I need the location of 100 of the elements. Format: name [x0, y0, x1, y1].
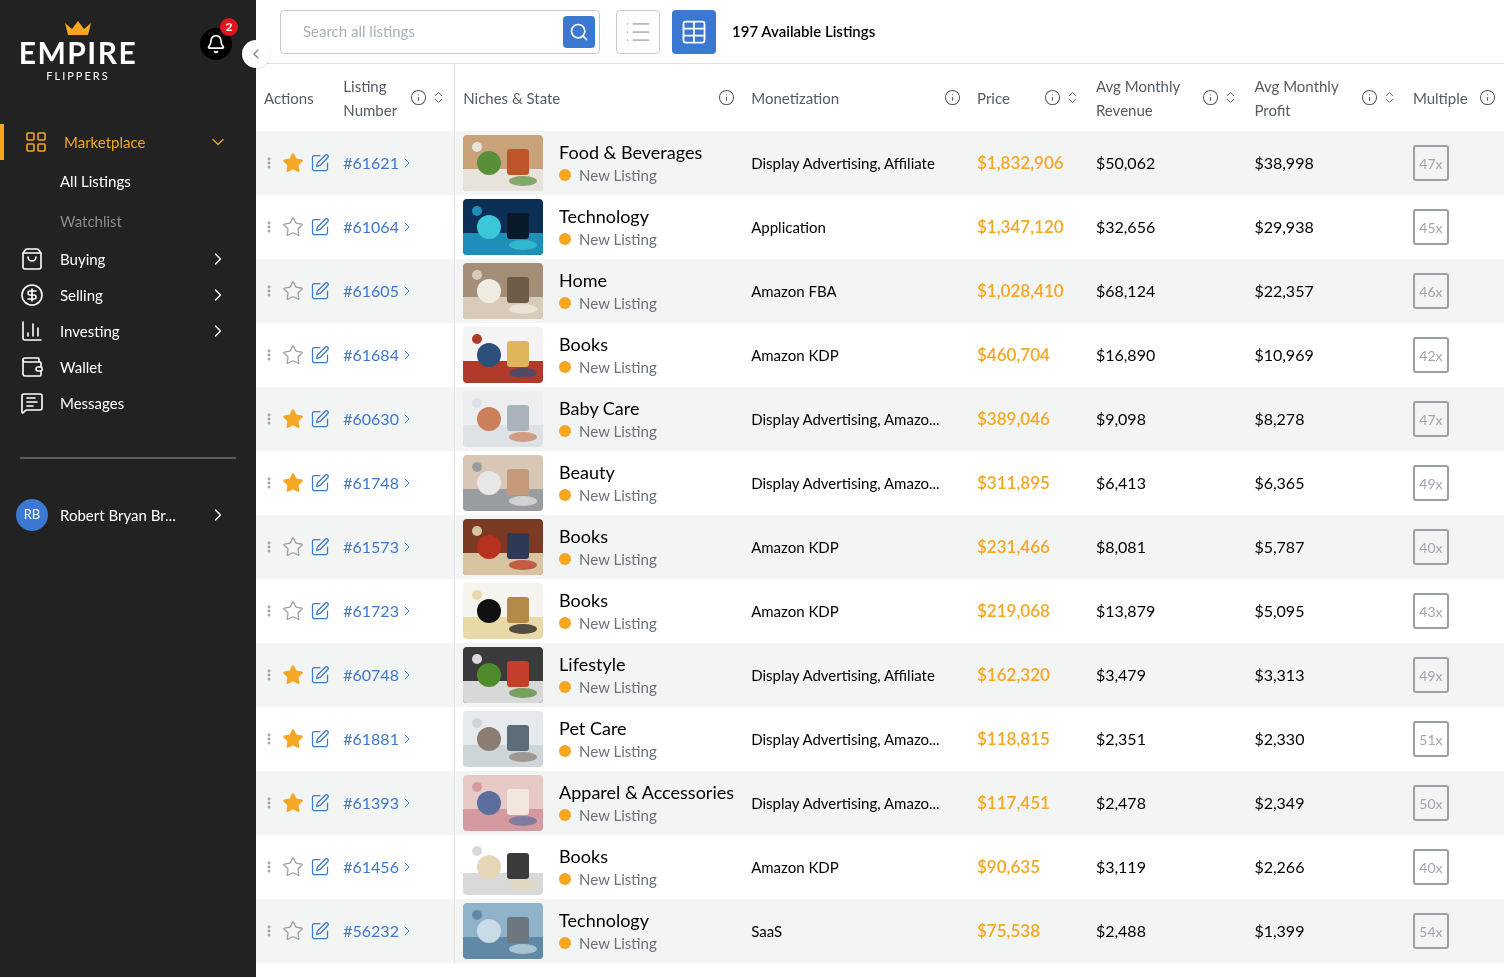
listing-link[interactable]: #56232 — [343, 919, 415, 943]
revenue-text: $68,124 — [1094, 280, 1157, 302]
price-text: $231,466 — [975, 535, 1051, 560]
nav-item[interactable]: Investing — [0, 313, 256, 349]
multiple-badge: 50x — [1412, 785, 1449, 821]
listing-row[interactable]: #60748 Lifestyle New Listing Display Advertising, Affiliate $162,320 $3,479 $3,313 49x — [256, 643, 1504, 707]
column-header[interactable]: Monetization — [743, 64, 970, 131]
profit-text: $2,266 — [1253, 856, 1306, 878]
column-header[interactable]: Avg Monthly Profit — [1246, 64, 1405, 131]
collapse-button[interactable] — [242, 40, 270, 68]
listing-link[interactable]: #61605 — [343, 279, 415, 303]
listing-link[interactable]: #61456 — [343, 855, 415, 879]
profit-text: $2,349 — [1253, 792, 1306, 814]
edit-icon[interactable] — [310, 153, 330, 173]
edit-icon[interactable] — [310, 537, 330, 557]
listing-link[interactable]: #61573 — [343, 535, 415, 559]
listing-row[interactable]: #61605 Home New Listing Amazon FBA $1,028,410 $68,124 $22,357 46x — [256, 259, 1504, 323]
star-icon[interactable] — [282, 600, 304, 622]
search-button[interactable] — [563, 15, 595, 48]
edit-icon[interactable] — [310, 665, 330, 685]
star-icon[interactable] — [282, 152, 304, 174]
star-icon[interactable] — [282, 536, 304, 558]
revenue-text: $6,413 — [1094, 472, 1147, 494]
edit-icon[interactable] — [310, 793, 330, 813]
star-icon[interactable] — [282, 792, 304, 814]
column-header[interactable]: Multiple — [1404, 64, 1504, 131]
info-icon[interactable] — [718, 89, 736, 106]
star-icon[interactable] — [282, 408, 304, 430]
edit-icon[interactable] — [310, 345, 330, 365]
listing-row[interactable]: #56232 Technology New Listing SaaS $75,538 $2,488 $1,399 54x — [256, 899, 1504, 963]
star-icon[interactable] — [282, 472, 304, 494]
nav-subitem[interactable]: All Listings — [0, 161, 256, 201]
nav-item[interactable]: Selling — [0, 277, 256, 313]
revenue-text: $2,351 — [1094, 728, 1147, 750]
profit-text: $5,095 — [1253, 600, 1306, 622]
info-icon[interactable] — [410, 89, 428, 106]
star-icon[interactable] — [282, 280, 304, 302]
edit-icon[interactable] — [310, 857, 330, 877]
edit-icon[interactable] — [310, 601, 330, 621]
monetization-text: Amazon KDP — [750, 536, 840, 558]
price-text: $162,320 — [975, 663, 1051, 688]
info-icon[interactable] — [1360, 89, 1378, 106]
column-label: Avg Monthly Revenue — [1095, 75, 1181, 121]
edit-icon[interactable] — [310, 473, 330, 493]
nav-icon — [20, 355, 44, 379]
star-icon[interactable] — [282, 920, 304, 942]
listing-link[interactable]: #61881 — [343, 727, 415, 751]
nav-icon — [20, 247, 44, 271]
nav-item[interactable]: Buying — [0, 241, 256, 277]
edit-icon[interactable] — [310, 921, 330, 941]
profit-text: $6,365 — [1253, 472, 1306, 494]
niche-name: Apparel & Accessories — [559, 779, 734, 804]
nav-item[interactable]: Messages — [0, 385, 256, 421]
column-header[interactable]: Actions — [256, 64, 336, 131]
price-text: $118,815 — [975, 727, 1051, 752]
listing-link[interactable]: #61064 — [343, 215, 415, 239]
price-text: $389,046 — [975, 407, 1051, 432]
nav-item[interactable]: Wallet — [0, 349, 256, 385]
search-field[interactable]: Search all listings — [280, 9, 600, 54]
price-text: $75,538 — [975, 919, 1042, 944]
nav-subitem[interactable]: Watchlist — [0, 201, 256, 241]
info-icon[interactable] — [1479, 89, 1496, 106]
monetization-text: Display Advertising, Affiliate — [750, 152, 936, 174]
star-icon[interactable] — [282, 856, 304, 878]
edit-icon[interactable] — [310, 217, 330, 237]
listing-link[interactable]: #61723 — [343, 599, 415, 623]
info-icon[interactable] — [1202, 89, 1220, 106]
edit-icon[interactable] — [310, 729, 330, 749]
listing-row[interactable]: #61573 Books New Listing Amazon KDP $231,466 $8,081 $5,787 40x — [256, 515, 1504, 579]
revenue-text: $3,119 — [1094, 856, 1147, 878]
edit-icon[interactable] — [310, 409, 330, 429]
search-input[interactable]: Search all listings — [303, 20, 563, 43]
star-icon[interactable] — [282, 728, 304, 750]
listing-link[interactable]: #60630 — [343, 407, 415, 431]
listing-state: New Listing — [579, 228, 657, 250]
listing-link[interactable]: #61684 — [343, 343, 415, 367]
monetization-text: SaaS — [750, 920, 784, 942]
edit-icon[interactable] — [310, 281, 330, 301]
view-toggle[interactable] — [616, 9, 660, 54]
column-header[interactable]: Avg Monthly Revenue — [1087, 64, 1247, 131]
column-header[interactable]: Price — [969, 64, 1088, 131]
listing-link[interactable]: #61748 — [343, 471, 415, 495]
view-toggle[interactable] — [672, 9, 716, 54]
star-icon[interactable] — [282, 664, 304, 686]
listing-link[interactable]: #61621 — [343, 151, 415, 175]
user-menu[interactable]: RB Robert Bryan Br... — [0, 497, 256, 533]
listing-link[interactable]: #60748 — [343, 663, 415, 687]
star-icon[interactable] — [282, 344, 304, 366]
multiple-badge: 40x — [1412, 849, 1449, 885]
listing-link[interactable]: #61393 — [343, 791, 415, 815]
price-text: $1,028,410 — [975, 279, 1065, 304]
listing-row[interactable]: #61621 Food & Beverages New Listing Display Advertising, Affiliate $1,832,906 $50,062 $38,998 47x — [256, 131, 1504, 195]
listing-state: New Listing — [579, 356, 657, 378]
column-header[interactable]: Listing Number — [335, 64, 455, 131]
listing-row[interactable]: #60630 Baby Care New Listing Display Advertising, Amazo... $389,046 $9,098 $8,278 47x — [256, 387, 1504, 451]
niche-name: Books — [559, 843, 609, 868]
info-icon[interactable] — [944, 89, 962, 106]
info-icon[interactable] — [1043, 89, 1061, 106]
user-name: Robert Bryan Br... — [60, 504, 177, 526]
star-icon[interactable] — [282, 216, 304, 238]
